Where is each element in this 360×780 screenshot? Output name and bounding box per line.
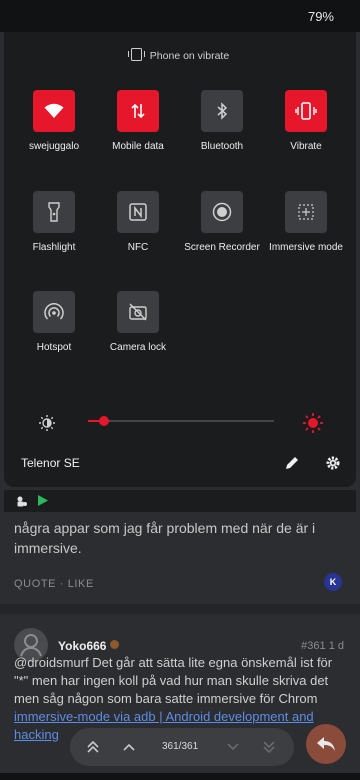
tile-label: Screen Recorder [184,242,260,253]
brightness-slider-thumb[interactable] [99,416,109,426]
jump-first-icon[interactable] [84,738,102,756]
flashlight-tile-button[interactable] [33,191,75,233]
next-page-icon[interactable] [224,738,242,756]
previous-page-icon[interactable] [120,738,138,756]
tile-immersive-mode[interactable]: Immersive mode [264,191,348,253]
tile-label: swejuggalo [28,141,80,152]
vibrate-tile-button[interactable] [285,90,327,132]
screen-recorder-tile-button[interactable] [201,191,243,233]
post-number[interactable]: #361 [301,640,325,652]
tile-label: NFC [127,242,149,253]
post-divider [0,604,360,614]
bluetooth-tile-button[interactable] [201,90,243,132]
play-store-icon [38,495,48,506]
post-actions[interactable]: QUOTE · LIKE [14,578,94,590]
carrier-name: Telenor SE [21,456,80,470]
jump-last-icon[interactable] [260,738,278,756]
hotspot-icon [44,303,64,320]
camera-lock-tile-button[interactable] [117,291,159,333]
battery-level: 79% [307,9,334,24]
reply-button[interactable] [306,724,346,764]
vibrate-note: Phone on vibrate [4,48,356,62]
vibrate-note-text: Phone on vibrate [149,50,230,62]
tile-flashlight[interactable]: Flashlight [12,191,96,253]
post-age: 1 d [328,640,344,652]
wifi-tile-button[interactable] [33,90,75,132]
immersive-mode-tile-button[interactable] [285,191,327,233]
flashlight-icon [48,202,60,222]
edit-pencil-icon[interactable] [284,455,300,471]
hotspot-tile-button[interactable] [33,291,75,333]
camera-lock-icon [129,303,147,321]
tile-label: Bluetooth [200,141,244,152]
vibrate-small-icon [127,48,145,61]
nfc-tile-button[interactable] [117,191,159,233]
tile-nfc[interactable]: NFC [96,191,180,253]
previous-post-text: några appar som jag får problem med när … [14,520,316,556]
tile-camera-lock[interactable]: Camera lock [96,291,180,353]
k-badge-icon[interactable]: K [324,573,342,591]
tile-bluetooth[interactable]: Bluetooth [180,90,264,152]
vibrate-icon [295,102,317,120]
bluetooth-icon [217,102,228,120]
tile-label: Flashlight [32,242,76,253]
wifi-icon [44,103,64,118]
mobile-data-tile-button[interactable] [117,90,159,132]
tile-mobile-data[interactable]: Mobile data [96,90,180,152]
screen-recorder-icon [212,202,232,222]
brightness-high-icon [303,413,323,433]
mobile-data-icon [131,103,145,119]
post-body-text: @droidsmurf Det går att sätta lite egna … [14,655,333,706]
pagination-bar: 361/361 [70,728,294,766]
tile-hotspot[interactable]: Hotspot [12,291,96,353]
reply-icon [317,737,335,751]
settings-gear-icon[interactable] [325,455,341,471]
quick-settings-panel: Phone on vibrate swejuggalo Mobile data … [4,32,356,487]
notification-icon-strip [4,490,356,512]
immersive-mode-icon [298,204,314,220]
system-nav-bar [0,773,360,780]
brightness-slider[interactable] [88,416,274,426]
tile-label: Camera lock [109,342,167,353]
tile-label: Hotspot [36,342,72,353]
nfc-icon [129,203,147,221]
status-bar: 79% [0,0,360,32]
post-meta: #361 1 d [301,640,344,652]
tile-label: Vibrate [290,141,322,152]
tile-screen-recorder[interactable]: Screen Recorder [180,191,264,253]
tile-label: Mobile data [112,141,164,152]
tile-vibrate[interactable]: Vibrate [264,90,348,152]
page-count[interactable]: 361/361 [162,741,198,752]
tile-label: Immersive mode [269,242,343,253]
user-badge-icon [110,640,119,649]
post-username[interactable]: Yoko666 [58,639,106,653]
brightness-low-icon [39,415,55,431]
tile-wifi[interactable]: swejuggalo [12,90,96,152]
notification-app-icon [17,496,27,507]
